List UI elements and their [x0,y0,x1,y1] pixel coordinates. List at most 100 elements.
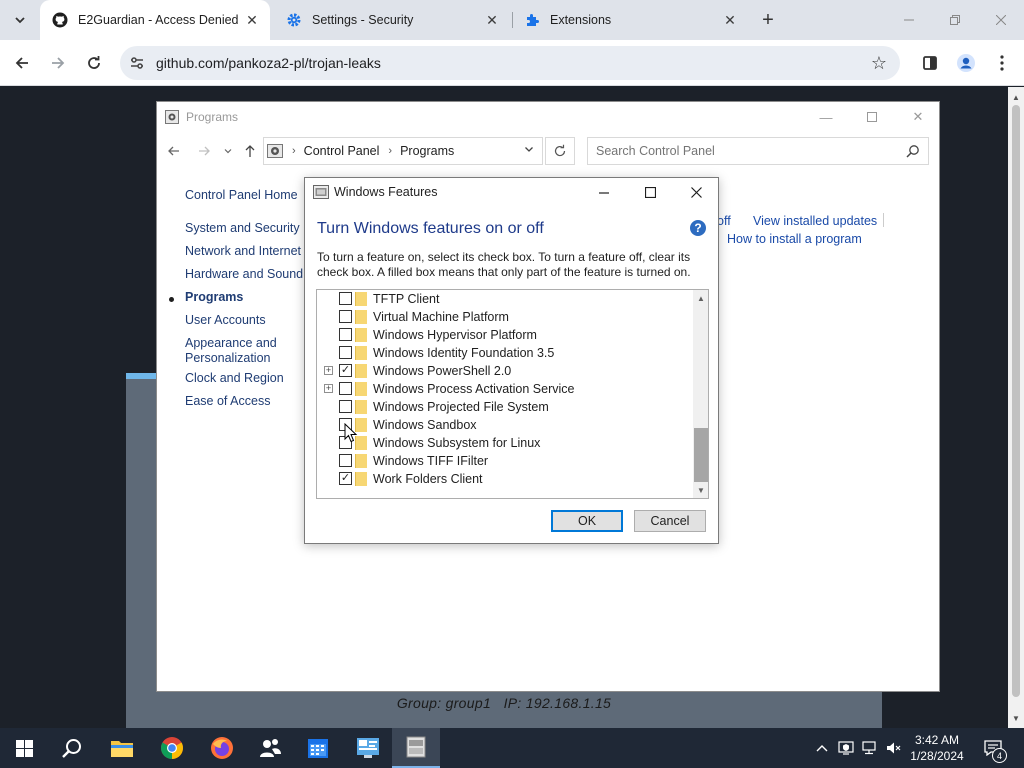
link-how-to-install[interactable]: How to install a program [727,232,862,246]
feature-row-virtual-machine-platform[interactable]: Virtual Machine Platform [317,308,691,326]
minimize-button[interactable] [886,0,932,40]
page-scrollbar[interactable]: ▲ ▼ [1008,87,1024,728]
restore-button[interactable] [932,0,978,40]
nav-hardware-and-sound[interactable]: Hardware and Sound [185,267,303,282]
link-turn-features-partial[interactable]: off [717,214,731,228]
feature-row-windows-identity-foundation[interactable]: Windows Identity Foundation 3.5 [317,344,691,362]
feature-row-windows-projected-file-system[interactable]: Windows Projected File System [317,398,691,416]
expand-icon[interactable]: + [324,366,333,375]
site-info-icon[interactable] [124,50,150,76]
feature-checkbox[interactable] [339,346,352,359]
cancel-button[interactable]: Cancel [634,510,706,532]
nav-system-and-security[interactable]: System and Security [185,221,300,236]
side-panel-button[interactable] [916,49,944,77]
breadcrumb-control-panel[interactable]: Control Panel [304,144,380,158]
tray-network-button[interactable] [860,728,880,768]
tab-settings-security[interactable]: Settings - Security ✕ [274,0,510,40]
tab-extensions[interactable]: Extensions ✕ [512,0,748,40]
scroll-up-icon[interactable]: ▲ [1008,89,1024,105]
new-tab-button[interactable]: + [756,8,780,32]
feature-row-windows-tiff-ifilter[interactable]: Windows TIFF IFilter [317,452,691,470]
scroll-thumb[interactable] [694,428,708,482]
wf-maximize-button[interactable] [627,178,673,207]
start-button[interactable] [0,728,48,768]
close-icon[interactable]: ✕ [722,12,738,28]
expand-icon[interactable]: + [324,384,333,393]
scroll-up-icon[interactable]: ▲ [693,290,708,306]
feature-checkbox[interactable] [339,400,352,413]
tab-search-button[interactable] [8,8,32,32]
tab-e2guardian[interactable]: E2Guardian - Access Denied ✕ [40,0,270,40]
programs-close-button[interactable]: ✕ [895,102,941,132]
nav-clock-and-region[interactable]: Clock and Region [185,371,284,386]
nav-control-panel-home[interactable]: Control Panel Home [185,188,298,203]
reload-button[interactable] [80,49,108,77]
profile-button[interactable] [952,49,980,77]
address-bar[interactable]: github.com/pankoza2-pl/trojan-leaks ☆ [120,46,900,80]
search-icon [62,739,81,758]
taskbar-file-explorer[interactable] [98,728,146,768]
action-center-button[interactable] [978,728,1008,768]
feature-checkbox[interactable] [339,292,352,305]
programs-minimize-button[interactable]: — [803,102,849,132]
tray-overflow-button[interactable] [812,728,832,768]
feature-checkbox[interactable] [339,328,352,341]
breadcrumb-programs[interactable]: Programs [400,144,454,158]
feature-row-windows-sandbox[interactable]: Windows Sandbox [317,416,691,434]
link-view-installed-updates[interactable]: View installed updates [753,214,877,228]
taskbar-windows-features[interactable] [392,728,440,768]
nav-network-and-internet[interactable]: Network and Internet [185,244,301,259]
programs-maximize-button[interactable] [849,102,895,132]
feature-checkbox[interactable] [339,310,352,323]
feature-row-windows-subsystem-for-linux[interactable]: Windows Subsystem for Linux [317,434,691,452]
nav-user-accounts[interactable]: User Accounts [185,313,266,328]
menu-button[interactable] [988,49,1016,77]
cp-forward-button[interactable] [193,140,215,162]
forward-button[interactable] [44,49,72,77]
cp-recent-button[interactable] [217,140,239,162]
nav-ease-of-access[interactable]: Ease of Access [185,394,270,409]
feature-row-windows-hypervisor-platform[interactable]: Windows Hypervisor Platform [317,326,691,344]
nav-programs[interactable]: Programs [185,290,243,305]
taskbar-control-panel-app[interactable] [344,728,392,768]
scroll-down-icon[interactable]: ▼ [693,482,708,498]
cp-back-button[interactable] [163,140,185,162]
wf-minimize-button[interactable] [581,178,627,207]
chevron-down-icon[interactable] [524,144,534,157]
taskbar-calendar[interactable] [294,728,342,768]
cp-up-button[interactable] [239,140,261,162]
feature-row-work-folders-client[interactable]: ✓ Work Folders Client [317,470,691,488]
tray-volume-button[interactable] [884,728,904,768]
back-button[interactable] [8,49,36,77]
cp-search-input[interactable] [596,144,896,158]
taskbar-firefox[interactable] [198,728,246,768]
scroll-down-icon[interactable]: ▼ [1008,710,1024,726]
help-icon[interactable]: ? [690,220,706,236]
taskbar-clock[interactable]: 3:42 AM 1/28/2024 [904,732,970,764]
cp-search-box[interactable] [587,137,929,165]
taskbar-people[interactable] [246,728,294,768]
feature-checkbox[interactable] [339,454,352,467]
nav-appearance[interactable]: Appearance and Personalization [185,336,285,366]
tray-security-button[interactable] [836,728,856,768]
feature-checkbox-checked[interactable]: ✓ [339,472,352,485]
close-window-button[interactable] [978,0,1024,40]
ok-button[interactable]: OK [551,510,623,532]
feature-row-tftp-client[interactable]: TFTP Client [317,290,691,308]
feature-row-windows-powershell[interactable]: + ✓ Windows PowerShell 2.0 [317,362,691,380]
control-panel-icon [165,110,179,124]
close-icon[interactable]: ✕ [244,12,260,28]
feature-checkbox[interactable] [339,382,352,395]
cp-address-bar[interactable]: › Control Panel › Programs [263,137,543,165]
chrome-icon [161,737,183,759]
wf-close-button[interactable] [673,178,719,207]
feature-checkbox-checked[interactable]: ✓ [339,364,352,377]
taskbar-chrome[interactable] [148,728,196,768]
cp-refresh-button[interactable] [545,137,575,165]
scroll-thumb[interactable] [1012,105,1020,697]
feature-row-windows-process-activation[interactable]: + Windows Process Activation Service [317,380,691,398]
feature-list-scrollbar[interactable]: ▲ ▼ [693,290,708,498]
close-icon[interactable]: ✕ [484,12,500,28]
taskbar-search-button[interactable] [48,728,96,768]
bookmark-star-icon[interactable]: ☆ [868,52,890,74]
